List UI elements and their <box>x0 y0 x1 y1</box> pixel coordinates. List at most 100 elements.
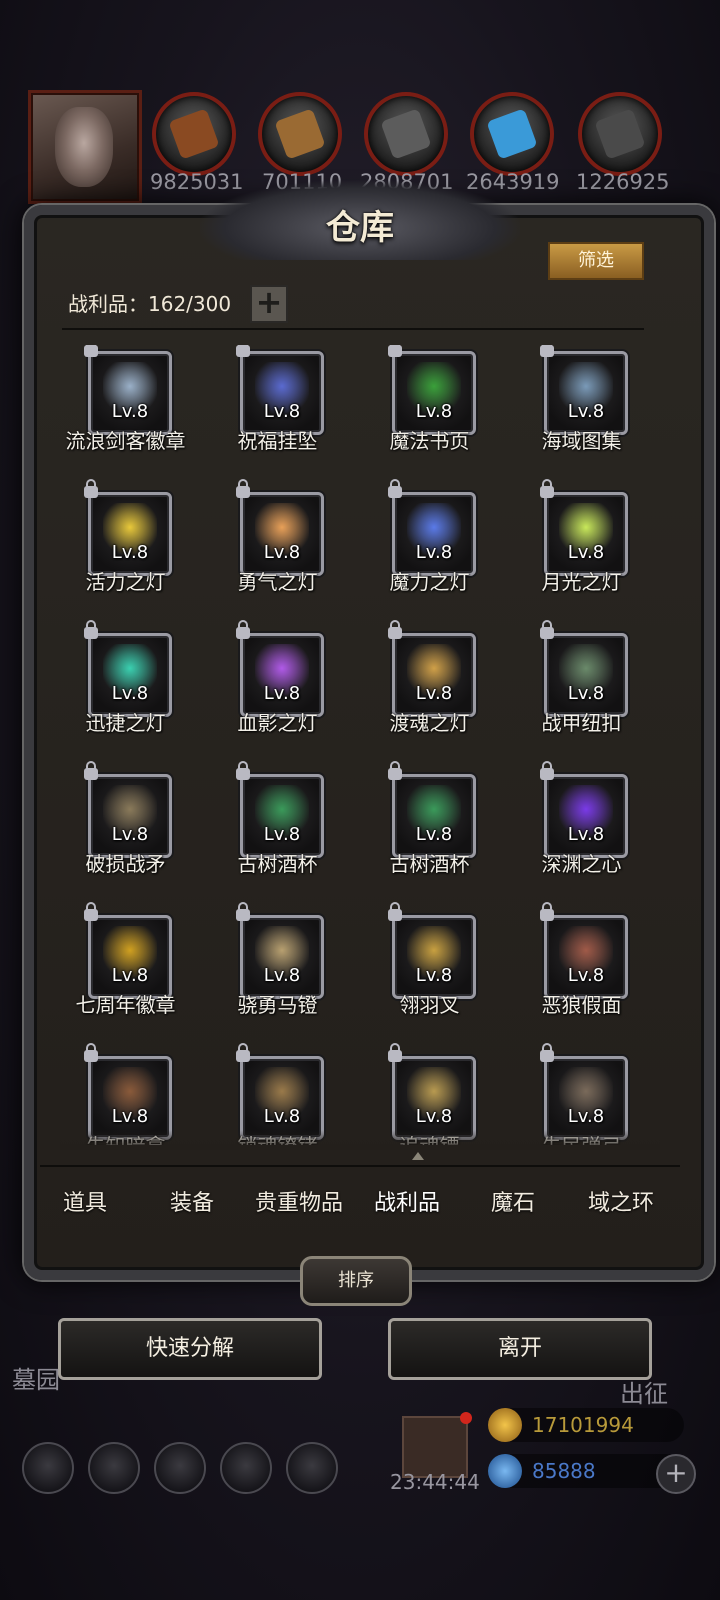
category-tabs: 道具 装备 贵重物品 战利品 魔石 域之环 <box>40 1165 680 1237</box>
item-cell[interactable]: Lv.8 破损战矛 <box>48 761 203 912</box>
item-cell[interactable]: Lv.8 七周年徽章 <box>48 902 203 1053</box>
item-cell[interactable]: Lv.8 渡魂之灯 <box>352 620 507 771</box>
sort-button[interactable]: 排序 <box>300 1256 412 1306</box>
gold-value: 17101994 <box>532 1413 634 1437</box>
item-level: Lv.8 <box>415 965 453 986</box>
filter-button[interactable]: 筛选 <box>548 242 644 280</box>
wood-icon[interactable] <box>258 92 342 176</box>
meat-icon[interactable] <box>152 92 236 176</box>
item-slot[interactable] <box>240 351 324 435</box>
map-icon[interactable] <box>286 1442 338 1494</box>
item-cell[interactable]: Lv.8 深渊之心 <box>504 761 659 912</box>
item-level: Lv.8 <box>111 965 149 986</box>
graveyard-label[interactable]: 墓园 <box>12 1360 60 1395</box>
item-slot[interactable] <box>544 774 628 858</box>
tab-1[interactable]: 装备 <box>137 1185 247 1217</box>
iron-glyph <box>380 108 432 160</box>
gem-currency: 85888 <box>488 1454 684 1488</box>
item-level: Lv.8 <box>567 1106 605 1127</box>
item-name: 血影之灯 <box>237 711 318 735</box>
item-slot[interactable] <box>544 492 628 576</box>
item-slot[interactable] <box>544 633 628 717</box>
item-slot[interactable] <box>88 1056 172 1140</box>
star-icon[interactable] <box>88 1442 140 1494</box>
item-cell[interactable]: Lv.8 祝福挂坠 <box>200 345 355 489</box>
lock-icon <box>84 902 98 921</box>
gold-icon <box>488 1408 522 1442</box>
divider <box>62 328 644 330</box>
tab-4[interactable]: 魔石 <box>458 1185 568 1217</box>
item-cell[interactable]: Lv.8 古树酒杯 <box>200 761 355 912</box>
item-slot[interactable] <box>544 915 628 999</box>
mail-icon[interactable] <box>220 1442 272 1494</box>
expedition-label[interactable]: 出征 <box>620 1374 668 1409</box>
item-cell[interactable]: Lv.8 战甲纽扣 <box>504 620 659 771</box>
item-slot[interactable] <box>240 1056 324 1140</box>
item-slot[interactable] <box>88 915 172 999</box>
item-name: 破损战矛 <box>85 852 166 876</box>
meat-glyph <box>168 108 220 160</box>
settings-icon[interactable] <box>22 1442 74 1494</box>
item-level: Lv.8 <box>263 401 301 422</box>
steel-icon[interactable] <box>578 92 662 176</box>
leave-button[interactable]: 离开 <box>388 1318 652 1380</box>
item-cell[interactable]: Lv.8 恶狼假面 <box>504 902 659 1053</box>
item-name: 深渊之心 <box>541 852 622 876</box>
item-slot[interactable] <box>392 1056 476 1140</box>
lock-icon <box>540 902 554 921</box>
expand-capacity-button[interactable]: + <box>250 285 288 323</box>
item-slot[interactable] <box>240 774 324 858</box>
player-avatar[interactable] <box>28 90 142 204</box>
item-slot[interactable] <box>88 351 172 435</box>
item-cell[interactable]: Lv.8 魔力之灯 <box>352 479 507 630</box>
gift-box-icon[interactable] <box>402 1412 472 1478</box>
item-cell[interactable]: Lv.8 月光之灯 <box>504 479 659 630</box>
tab-3[interactable]: 战利品 <box>352 1185 462 1217</box>
item-slot[interactable] <box>392 915 476 999</box>
item-slot[interactable] <box>392 633 476 717</box>
item-name: 古树酒杯 <box>237 852 318 876</box>
item-slot[interactable] <box>88 492 172 576</box>
item-level: Lv.8 <box>111 683 149 704</box>
item-slot[interactable] <box>240 915 324 999</box>
lock-icon <box>236 902 250 921</box>
item-cell[interactable]: Lv.8 古树酒杯 <box>352 761 507 912</box>
item-slot[interactable] <box>88 633 172 717</box>
item-slot[interactable] <box>544 351 628 435</box>
item-cell[interactable]: Lv.8 活力之灯 <box>48 479 203 630</box>
lock-icon <box>388 761 402 780</box>
item-name: 活力之灯 <box>85 570 166 594</box>
item-cell[interactable]: Lv.8 翎羽叉 <box>352 902 507 1053</box>
item-cell[interactable]: Lv.8 流浪剑客徽章 <box>48 345 203 489</box>
item-cell[interactable]: Lv.8 海域图集 <box>504 345 659 489</box>
iron-icon[interactable] <box>364 92 448 176</box>
crystal-icon[interactable] <box>470 92 554 176</box>
item-slot[interactable] <box>392 351 476 435</box>
tab-5[interactable]: 域之环 <box>566 1185 676 1217</box>
gold-currency: 17101994 <box>488 1408 684 1442</box>
item-slot[interactable] <box>392 774 476 858</box>
add-currency-button[interactable]: + <box>656 1454 696 1494</box>
lock-icon <box>236 1043 250 1062</box>
item-slot[interactable] <box>88 774 172 858</box>
item-level: Lv.8 <box>567 824 605 845</box>
item-level: Lv.8 <box>415 542 453 563</box>
grid-fade <box>60 1130 660 1150</box>
item-slot[interactable] <box>544 1056 628 1140</box>
item-cell[interactable]: Lv.8 血影之灯 <box>200 620 355 771</box>
item-cell[interactable]: Lv.8 魔法书页 <box>352 345 507 489</box>
tab-0[interactable]: 道具 <box>30 1185 140 1217</box>
item-name: 月光之灯 <box>541 570 622 594</box>
lock-icon <box>388 479 402 498</box>
item-slot[interactable] <box>240 633 324 717</box>
item-cell[interactable]: Lv.8 骁勇马镫 <box>200 902 355 1053</box>
item-slot[interactable] <box>392 492 476 576</box>
guild-icon[interactable] <box>154 1442 206 1494</box>
tab-2[interactable]: 贵重物品 <box>244 1185 354 1217</box>
item-cell[interactable]: Lv.8 勇气之灯 <box>200 479 355 630</box>
quick-decompose-button[interactable]: 快速分解 <box>58 1318 322 1380</box>
item-slot[interactable] <box>240 492 324 576</box>
item-name: 渡魂之灯 <box>389 711 470 735</box>
item-cell[interactable]: Lv.8 迅捷之灯 <box>48 620 203 771</box>
item-name: 魔法书页 <box>389 429 470 453</box>
